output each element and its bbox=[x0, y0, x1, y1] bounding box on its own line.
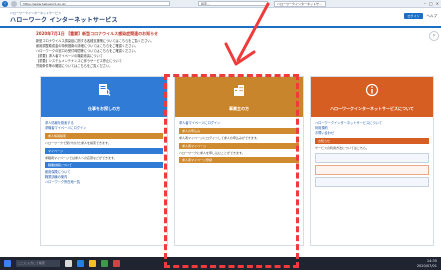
site-logo[interactable]: ハローワークインターネットサービス ハローワーク インターネットサービス bbox=[10, 11, 118, 24]
help-link[interactable]: ヘルプ bbox=[427, 14, 438, 19]
app-icon[interactable] bbox=[113, 260, 120, 267]
jobseeker-link[interactable]: 求職者マイページにログイン bbox=[45, 126, 163, 131]
other-link[interactable]: お問い合わせ bbox=[315, 131, 429, 136]
jobseeker-panel-body: 求人情報を検索する 求職者マイページにログイン 求人情報検索 ハローワークで受け… bbox=[45, 121, 163, 185]
browser-tab[interactable]: ハローワークインターネットサ... bbox=[274, 1, 326, 7]
header-links: ログイン ヘルプ bbox=[404, 13, 437, 19]
start-icon[interactable] bbox=[4, 260, 11, 267]
window-controls: – □ × bbox=[424, 1, 439, 6]
side-scroll-button[interactable]: › bbox=[429, 31, 439, 41]
jobseeker-link[interactable]: ハローワーク所在地一覧 bbox=[45, 180, 163, 185]
other-text: サービスの利用方法についてはこちら。 bbox=[315, 146, 369, 150]
folder-icon[interactable] bbox=[89, 260, 96, 267]
close-icon[interactable]: × bbox=[436, 1, 439, 6]
forward-icon[interactable] bbox=[11, 0, 17, 7]
training-button[interactable]: 職業訓練について bbox=[45, 162, 163, 169]
other-panel-title: ハローワークインターネットサービスについて bbox=[330, 106, 414, 111]
logo-title: ハローワーク インターネットサービス bbox=[10, 17, 118, 24]
banner-card[interactable] bbox=[315, 176, 429, 187]
jobseeker-panel-header[interactable]: 仕事をお探しの方 bbox=[41, 77, 167, 117]
task-view-icon[interactable] bbox=[65, 260, 72, 267]
information-icon bbox=[365, 83, 379, 97]
other-panel-header[interactable]: ハローワークインターネットサービスについて bbox=[311, 77, 433, 117]
mypage-button[interactable]: マイページ bbox=[45, 147, 163, 154]
notice-section: 2020年7月1日 【重要】新型コロナウイルス感染症関連のお知らせ 新型コロナウ… bbox=[36, 31, 366, 69]
minimize-icon[interactable]: – bbox=[424, 1, 426, 6]
system-tray[interactable]: 14:35 2020/07/01 bbox=[417, 259, 437, 268]
banner-card[interactable] bbox=[315, 152, 429, 163]
store-icon[interactable] bbox=[101, 260, 108, 267]
browser-search-input[interactable]: 検索... bbox=[198, 1, 268, 6]
edge-icon[interactable] bbox=[77, 260, 84, 267]
banner-card[interactable] bbox=[315, 164, 429, 175]
jobseeker-text: ハローワークで受け付けた求人を検索できます。 bbox=[45, 141, 111, 145]
notice-line[interactable]: 労働条件等の確認についてはこちらをご覧ください。 bbox=[36, 64, 366, 69]
back-icon[interactable]: ‹ bbox=[2, 0, 8, 7]
job-search-button[interactable]: 求人情報検索 bbox=[45, 133, 163, 139]
other-panel: ハローワークインターネットサービスについて ハローワークインターネットサービスに… bbox=[310, 76, 434, 246]
login-button[interactable]: ログイン bbox=[404, 13, 423, 19]
site-header: ハローワークインターネットサービス ハローワーク インターネットサービス ログイ… bbox=[0, 8, 441, 28]
maximize-icon[interactable]: □ bbox=[429, 1, 433, 6]
news-button[interactable]: お知らせ bbox=[315, 138, 429, 144]
taskbar-search-input[interactable]: ここに入力して検索 bbox=[16, 260, 60, 267]
clock-date: 2020/07/01 bbox=[416, 263, 437, 268]
jobseeker-panel-title: 仕事をお探しの方 bbox=[88, 106, 120, 111]
annotation-highlight-box bbox=[164, 74, 299, 268]
jobseeker-text: 求職者マイページでは求人への応募などができます。 bbox=[45, 155, 117, 160]
jobseeker-panel: 仕事をお探しの方 求人情報を検索する 求職者マイページにログイン 求人情報検索 … bbox=[40, 76, 168, 246]
address-bar[interactable]: https://www.hellowork.go.jp/ bbox=[20, 1, 170, 6]
search-document-icon bbox=[99, 84, 111, 96]
other-panel-body: ハローワークインターネットサービスについて 利用規約 お問い合わせ お知らせ サ… bbox=[315, 121, 429, 187]
notice-title: 2020年7月1日 【重要】新型コロナウイルス感染症関連のお知らせ bbox=[36, 31, 159, 36]
